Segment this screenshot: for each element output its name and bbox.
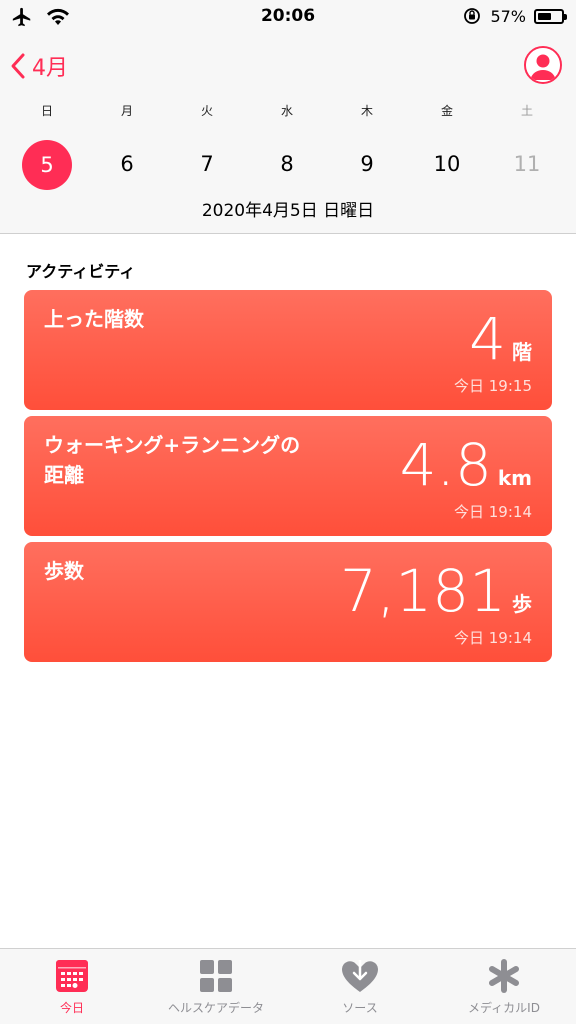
back-button-label: 4月 <box>32 56 68 81</box>
card-unit: 歩 <box>512 592 532 616</box>
card-value: 4 <box>469 305 506 373</box>
calendar-header: 4月 日 月 火 水 木 金 土 5 6 7 8 9 10 11 2020年4月… <box>0 36 576 234</box>
day-button[interactable]: 6 <box>87 140 167 188</box>
card-walking-running-distance[interactable]: ウォーキング+ランニングの 距離 4.8 km 今日 19:14 <box>24 416 552 536</box>
section-title: アクティビティ <box>26 262 136 281</box>
tab-sources[interactable]: ソース <box>288 949 432 1024</box>
battery-level <box>538 12 551 20</box>
day-selected[interactable]: 5 <box>22 140 72 190</box>
weekday-label: 木 <box>360 104 373 118</box>
card-title: ウォーキング+ランニングの 距離 <box>44 433 301 487</box>
day-button[interactable]: 7 <box>167 140 247 188</box>
weekday-label: 土 <box>520 104 533 118</box>
profile-button[interactable] <box>524 46 562 84</box>
day-button[interactable]: 9 <box>327 140 407 188</box>
tab-today[interactable]: 今日 <box>0 949 144 1024</box>
card-title: 上った階数 <box>44 307 144 331</box>
selected-date-label: 2020年4月5日 日曜日 <box>201 201 375 221</box>
weekday-label: 日 <box>40 104 53 118</box>
card-steps[interactable]: 歩数 7,181 歩 今日 19:14 <box>24 542 552 662</box>
tab-medical-id[interactable]: メディカルID <box>432 949 576 1024</box>
card-timestamp: 今日 19:14 <box>454 503 532 521</box>
person-icon <box>526 48 560 82</box>
battery-icon <box>534 8 567 24</box>
calendar-icon <box>56 960 88 992</box>
card-timestamp: 今日 19:14 <box>454 629 532 647</box>
tab-label: ヘルスケアデータ <box>167 1001 264 1015</box>
card-title: 歩数 <box>44 559 84 583</box>
chevron-left-icon <box>11 53 25 79</box>
card-flights-climbed[interactable]: 上った階数 4 階 今日 19:15 <box>24 290 552 410</box>
day-button[interactable]: 10 <box>407 140 487 188</box>
card-unit: 階 <box>512 340 532 364</box>
heart-download-icon <box>342 960 378 992</box>
day-row: 5 6 7 8 9 10 11 <box>0 140 576 190</box>
weekday-label: 水 <box>280 104 293 118</box>
tab-health-data[interactable]: ヘルスケアデータ <box>144 949 288 1024</box>
tab-label: 今日 <box>59 1001 84 1015</box>
grid-icon <box>200 960 232 992</box>
weekday-label: 金 <box>440 104 453 118</box>
status-bar: 20:06 57% <box>0 0 576 36</box>
weekday-label: 火 <box>200 104 213 118</box>
asterisk-icon <box>489 959 519 993</box>
card-unit: km <box>497 466 532 490</box>
weekday-row: 日 月 火 水 木 金 土 <box>0 102 576 119</box>
tab-label: ソース <box>342 1001 378 1015</box>
health-app-screen: 20:06 57% 4月 日 月 火 水 木 金 土 5 6 7 8 9 10 … <box>0 0 576 1024</box>
weekday-label: 月 <box>120 104 133 118</box>
orientation-lock-icon <box>464 8 481 24</box>
tab-label: メディカルID <box>468 1001 540 1015</box>
tab-bar: 今日 ヘルスケアデータ ソース メディカルID <box>0 948 576 1024</box>
card-timestamp: 今日 19:15 <box>454 377 532 395</box>
card-value: 4.8 <box>399 431 492 499</box>
day-button-disabled: 11 <box>513 152 541 176</box>
back-button[interactable]: 4月 <box>10 50 68 82</box>
card-value: 7,181 <box>339 557 506 625</box>
day-button[interactable]: 8 <box>247 140 327 188</box>
battery-percent: 57% <box>490 6 526 26</box>
